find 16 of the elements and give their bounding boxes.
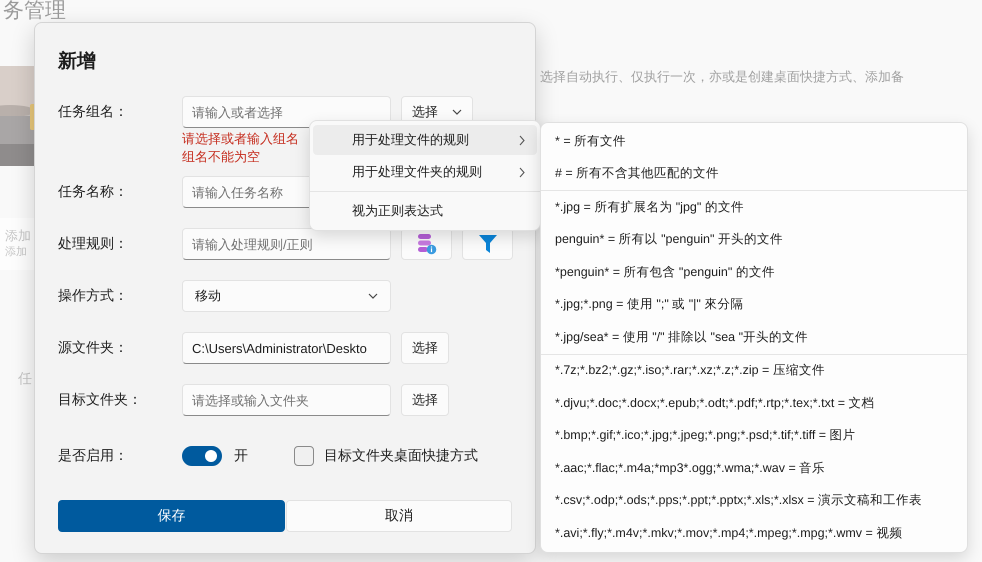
field-label: 目标文件夹： [58, 391, 143, 409]
error-message: 组名不能为空 [182, 148, 261, 166]
page-title: 务管理 [3, 0, 66, 22]
field-label: 任务组名： [58, 103, 129, 121]
field-label: 处理规则： [58, 235, 129, 253]
field-label: 是否启用： [58, 447, 129, 465]
dialog-title: 新增 [58, 50, 97, 74]
field-label: 源文件夹： [58, 339, 129, 357]
card-text: 添加 [5, 227, 32, 244]
field-label: 操作方式： [58, 287, 129, 305]
card-text: 添加 [5, 245, 28, 260]
toggle-state: 开 [234, 447, 248, 465]
checkbox-label: 目标文件夹桌面快捷方式 [324, 447, 478, 465]
error-message: 请选择或者输入组名 [182, 130, 299, 148]
field-label: 任务名称： [58, 183, 129, 201]
page-description: 选择自动执行、仅执行一次，亦或是创建桌面快捷方式、添加备 [540, 68, 904, 86]
